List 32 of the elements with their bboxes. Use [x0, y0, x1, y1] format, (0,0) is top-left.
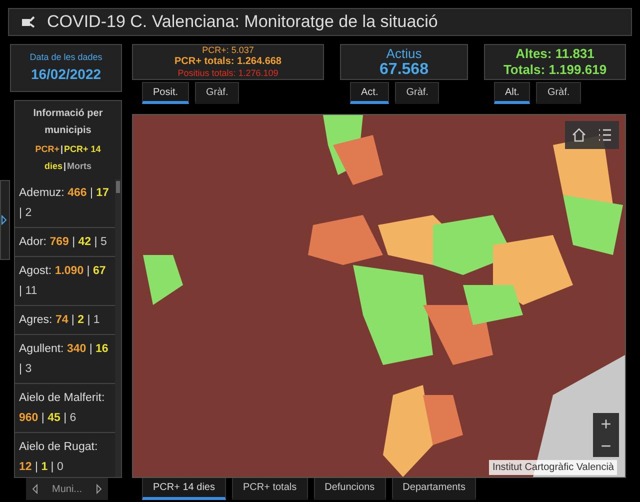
sidebar-legend: PCR+|PCR+ 14 dies|Morts [15, 141, 121, 175]
tab[interactable]: PCR+ 14 dies [142, 478, 226, 500]
tab[interactable]: Gràf. [395, 82, 440, 104]
sidebar-title: Informació per municipis [32, 107, 104, 138]
expand-tab[interactable] [0, 180, 10, 260]
tab[interactable]: Defuncions [314, 478, 386, 500]
stat-label: Actius [386, 46, 422, 60]
stat-value: 67.568 [380, 60, 428, 78]
stat-line: PCR+ totals: 1.264.668 [174, 56, 282, 68]
stat-line: Positius totals: 1.276.109 [178, 68, 278, 79]
map-attribution: Institut Cartogràfic Valencià [489, 460, 617, 475]
previous-icon[interactable] [32, 484, 38, 494]
stat-line: Totals: 1.199.619 [503, 62, 607, 78]
window-title: COVID-19 C. Valenciana: Monitoratge de la situació [47, 11, 438, 34]
tab[interactable]: Departaments [392, 478, 476, 500]
date-label: Data de les dades [30, 50, 102, 64]
scrollbar[interactable] [115, 179, 121, 477]
tab[interactable]: Gràf. [536, 82, 581, 104]
tab[interactable]: Gràf. [195, 82, 240, 104]
tab[interactable]: Act. [350, 82, 390, 104]
tab[interactable]: Posit. [142, 82, 190, 104]
stat-line: PCR+: 5.037 [202, 45, 254, 56]
pager-label: Muni... [52, 482, 82, 496]
tab[interactable]: Alt. [494, 82, 530, 104]
stat-line: Altes: 11.831 [516, 46, 594, 62]
home-icon[interactable] [571, 127, 587, 143]
list-icon[interactable] [597, 127, 613, 143]
next-icon[interactable] [96, 484, 102, 494]
date-value: 16/02/2022 [30, 65, 102, 84]
caret-icon [1, 215, 7, 225]
tab[interactable]: PCR+ totals [232, 478, 308, 500]
map[interactable]: + − Institut Cartogràfic Valencià [132, 114, 626, 478]
